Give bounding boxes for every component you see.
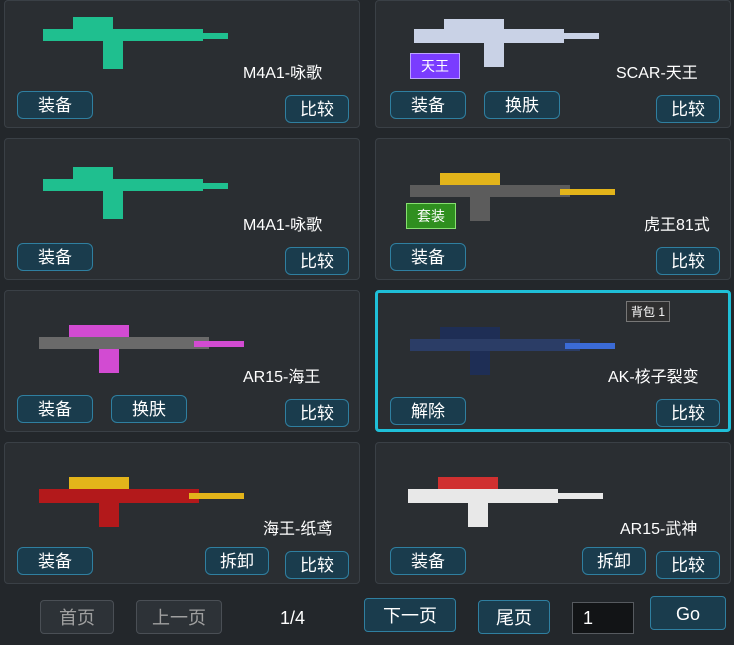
weapon-name: AK-核子裂变 (608, 369, 699, 386)
compare-button[interactable]: 比较 (285, 95, 349, 123)
next-page-button[interactable]: 下一页 (364, 598, 456, 632)
weapon-image (39, 325, 244, 373)
weapon-image (39, 477, 244, 527)
equip-button[interactable]: 装备 (17, 547, 93, 575)
equip-button[interactable]: 装备 (17, 395, 93, 423)
weapon-slot-4[interactable]: 套装 虎王81式 装备 比较 (375, 138, 731, 280)
compare-button[interactable]: 比较 (285, 399, 349, 427)
equip-button[interactable]: 装备 (390, 91, 466, 119)
backpack-tag: 背包 1 (626, 301, 671, 322)
weapon-image (408, 477, 603, 527)
unequip-button[interactable]: 解除 (390, 397, 466, 425)
weapon-slot-2[interactable]: 天王 SCAR-天王 装备 换肤 比较 (375, 0, 731, 128)
equip-button[interactable]: 装备 (390, 243, 466, 271)
weapon-name: SCAR-天王 (616, 65, 698, 82)
weapon-badge: 套装 (406, 203, 456, 229)
weapon-slot-5[interactable]: AR15-海王 装备 换肤 比较 (4, 290, 360, 432)
go-button[interactable]: Go (650, 596, 726, 630)
weapon-name: 海王-纸鸢 (263, 521, 333, 538)
page-indicator: 1/4 (280, 608, 306, 628)
equip-button[interactable]: 装备 (390, 547, 466, 575)
compare-button[interactable]: 比较 (656, 399, 720, 427)
inventory-panel: M4A1-咏歌 装备 比较 天王 SCAR-天王 装备 换肤 比较 M4A1-咏… (0, 0, 734, 645)
weapon-image (410, 327, 615, 375)
skin-button[interactable]: 换肤 (111, 395, 187, 423)
page-input[interactable]: 1 (572, 602, 634, 634)
weapon-image (43, 167, 228, 219)
weapon-name: AR15-海王 (243, 369, 321, 386)
weapon-name: AR15-武神 (620, 521, 698, 538)
skin-button[interactable]: 换肤 (484, 91, 560, 119)
weapon-slot-3[interactable]: M4A1-咏歌 装备 比较 (4, 138, 360, 280)
weapon-name: M4A1-咏歌 (243, 217, 323, 234)
weapon-name: M4A1-咏歌 (243, 65, 323, 82)
equip-button[interactable]: 装备 (17, 91, 93, 119)
compare-button[interactable]: 比较 (656, 95, 720, 123)
weapon-badge: 天王 (410, 53, 460, 79)
uninstall-button[interactable]: 拆卸 (582, 547, 646, 575)
compare-button[interactable]: 比较 (656, 551, 720, 579)
weapon-slot-1[interactable]: M4A1-咏歌 装备 比较 (4, 0, 360, 128)
uninstall-button[interactable]: 拆卸 (205, 547, 269, 575)
compare-button[interactable]: 比较 (656, 247, 720, 275)
equip-button[interactable]: 装备 (17, 243, 93, 271)
first-page-button[interactable]: 首页 (40, 600, 114, 634)
weapon-slot-6[interactable]: 背包 1 AK-核子裂变 解除 比较 (375, 290, 731, 432)
prev-page-button[interactable]: 上一页 (136, 600, 222, 634)
last-page-button[interactable]: 尾页 (478, 600, 550, 634)
weapon-slot-7[interactable]: 海王-纸鸢 装备 拆卸 比较 (4, 442, 360, 584)
weapon-name: 虎王81式 (644, 217, 710, 234)
weapon-slot-8[interactable]: AR15-武神 装备 拆卸 比较 (375, 442, 731, 584)
compare-button[interactable]: 比较 (285, 551, 349, 579)
weapon-image (43, 17, 228, 69)
compare-button[interactable]: 比较 (285, 247, 349, 275)
